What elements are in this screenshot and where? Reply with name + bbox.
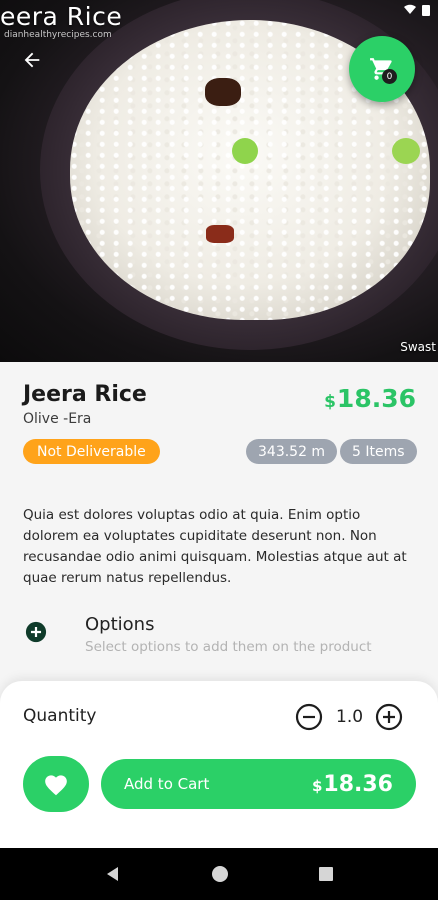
items-chip: 5 Items [340,439,417,464]
total-price: $18.36 [312,772,393,797]
battery-icon [422,5,430,16]
restaurant-name: Olive -Era [23,411,92,427]
star-anise-decoration [205,78,241,106]
back-button[interactable] [16,44,48,76]
cinnamon-decoration [206,225,234,243]
cilantro-decoration [392,138,420,164]
plus-circle-icon[interactable] [25,621,47,643]
currency-symbol: $ [324,392,336,412]
delivery-status-badge: Not Deliverable [23,439,160,464]
nav-recents-square-icon[interactable] [318,866,334,882]
image-watermark: Swast [400,340,436,354]
arrow-left-icon [24,52,40,68]
product-name: Jeera Rice [23,382,147,407]
options-title: Options [85,614,155,635]
cart-button[interactable]: 0 [349,36,415,102]
heart-icon [45,775,67,796]
nav-home-circle-icon[interactable] [211,865,229,883]
currency-symbol: $ [311,776,323,795]
options-subtitle: Select options to add them on the produc… [85,639,372,655]
favorite-button[interactable] [23,756,89,812]
total-value: 18.36 [323,771,393,797]
plus-circle-outline-icon[interactable] [375,703,403,731]
product-description: Quia est dolores voluptas odio at quia. … [23,507,407,586]
price-value: 18.36 [336,384,416,413]
product-price: $18.36 [324,384,416,413]
minus-circle-icon[interactable] [295,703,323,731]
system-navigation-bar [0,848,438,900]
wifi-icon [404,4,416,14]
distance-chip: 343.52 m [246,439,338,464]
nav-back-triangle-icon[interactable] [104,865,122,883]
add-to-cart-button[interactable]: Add to Cart $18.36 [101,759,416,809]
cart-count-badge: 0 [382,69,397,84]
cilantro-decoration [232,138,258,164]
status-bar-icons [404,4,430,16]
image-overlay-source: dianhealthyrecipes.com [4,30,112,40]
add-to-cart-label: Add to Cart [124,775,210,793]
quantity-label: Quantity [23,706,97,726]
quantity-value: 1.0 [336,707,364,727]
image-overlay-title: eera Rice [0,2,123,31]
